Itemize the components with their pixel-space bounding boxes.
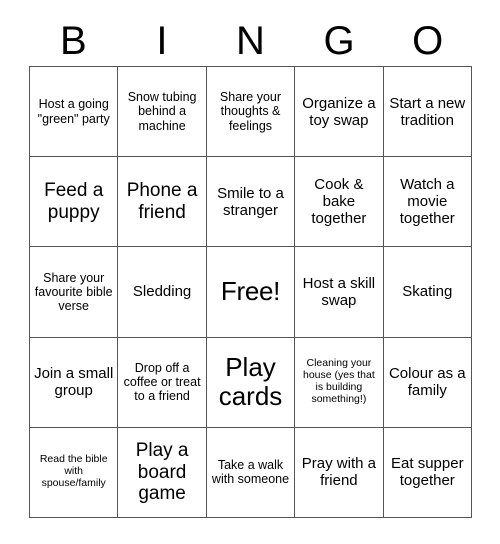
bingo-cell[interactable]: Take a walk with someone bbox=[206, 427, 296, 518]
bingo-header-letter-g: G bbox=[323, 19, 355, 63]
bingo-cell[interactable]: Skating bbox=[383, 247, 472, 338]
bingo-cell[interactable]: Phone a friend bbox=[118, 157, 207, 248]
bingo-cell[interactable]: Feed a puppy bbox=[30, 157, 119, 248]
bingo-cell[interactable]: Host a skill swap bbox=[295, 247, 384, 338]
bingo-cell-label: Sledding bbox=[132, 283, 192, 301]
bingo-cell[interactable]: Free! bbox=[206, 247, 296, 338]
bingo-cell[interactable]: Cook & bake together bbox=[295, 157, 384, 248]
bingo-cell-label: Join a small group bbox=[34, 365, 114, 400]
bingo-cell[interactable]: Sledding bbox=[118, 247, 207, 338]
bingo-cell[interactable]: Drop off a coffee or treat to a friend bbox=[118, 337, 207, 428]
bingo-cell[interactable]: Play a board game bbox=[118, 427, 207, 518]
bingo-cell[interactable]: Pray with a friend bbox=[295, 427, 384, 518]
bingo-cell-label: Drop off a coffee or treat to a friend bbox=[123, 360, 201, 404]
bingo-grid: Host a going "green" party Snow tubing be… bbox=[29, 66, 472, 518]
bingo-card: B I N G O Host a going "green" party Snow… bbox=[0, 0, 500, 544]
bingo-header-row: B I N G O bbox=[29, 16, 472, 66]
bingo-cell-label: Host a skill swap bbox=[302, 274, 376, 309]
bingo-cell-label: Share your thoughts & feelings bbox=[219, 90, 282, 133]
bingo-header-letter-o: O bbox=[412, 19, 444, 63]
bingo-cell-label: Eat supper together bbox=[391, 455, 464, 490]
bingo-cell-label: Play a board game bbox=[135, 439, 189, 505]
bingo-cell[interactable]: Snow tubing behind a machine bbox=[118, 67, 207, 158]
bingo-cell[interactable]: Join a small group bbox=[30, 337, 119, 428]
bingo-cell-label: Watch a movie together bbox=[399, 176, 455, 228]
bingo-cell-label: Pray with a friend bbox=[301, 455, 376, 490]
bingo-cell[interactable]: Host a going "green" party bbox=[30, 67, 119, 158]
bingo-cell-label: Snow tubing behind a machine bbox=[127, 90, 197, 133]
bingo-header-letter-n: N bbox=[236, 19, 265, 63]
bingo-cell-label: Share your favourite bible verse bbox=[34, 270, 113, 314]
bingo-cell[interactable]: Start a new tradition bbox=[383, 67, 472, 158]
bingo-cell-label: Cook & bake together bbox=[311, 176, 367, 228]
bingo-cell-label: Host a going "green" party bbox=[37, 97, 110, 126]
bingo-cell-label: Feed a puppy bbox=[44, 180, 104, 223]
bingo-cell[interactable]: Read the bible with spouse/family bbox=[30, 427, 119, 518]
bingo-cell-label: Play cards bbox=[218, 351, 283, 412]
bingo-cell[interactable]: Eat supper together bbox=[383, 427, 472, 518]
bingo-cell-label: Cleaning your house (yes that is buildin… bbox=[302, 357, 375, 406]
bingo-cell-label: Start a new tradition bbox=[389, 94, 466, 129]
bingo-cell[interactable]: Play cards bbox=[206, 337, 296, 428]
bingo-cell[interactable]: Organize a toy swap bbox=[295, 67, 384, 158]
bingo-cell-label: Free! bbox=[220, 276, 281, 307]
bingo-cell-label: Skating bbox=[402, 283, 453, 301]
bingo-header-letter-b: B bbox=[59, 19, 87, 63]
bingo-cell[interactable]: Colour as a family bbox=[383, 337, 472, 428]
bingo-cell[interactable]: Watch a movie together bbox=[383, 157, 472, 248]
bingo-cell[interactable]: Share your favourite bible verse bbox=[30, 247, 119, 338]
bingo-cell[interactable]: Cleaning your house (yes that is buildin… bbox=[295, 337, 384, 428]
bingo-cell[interactable]: Smile to a stranger bbox=[206, 157, 296, 248]
bingo-cell-label: Colour as a family bbox=[388, 365, 466, 400]
bingo-cell-label: Take a walk with someone bbox=[211, 458, 290, 487]
bingo-cell-label: Phone a friend bbox=[126, 180, 198, 223]
bingo-cell[interactable]: Share your thoughts & feelings bbox=[206, 67, 296, 158]
bingo-cell-label: Organize a toy swap bbox=[302, 94, 376, 129]
bingo-header-letter-i: I bbox=[156, 19, 168, 63]
bingo-cell-label: Smile to a stranger bbox=[217, 184, 284, 219]
bingo-cell-label: Read the bible with spouse/family bbox=[39, 453, 108, 490]
